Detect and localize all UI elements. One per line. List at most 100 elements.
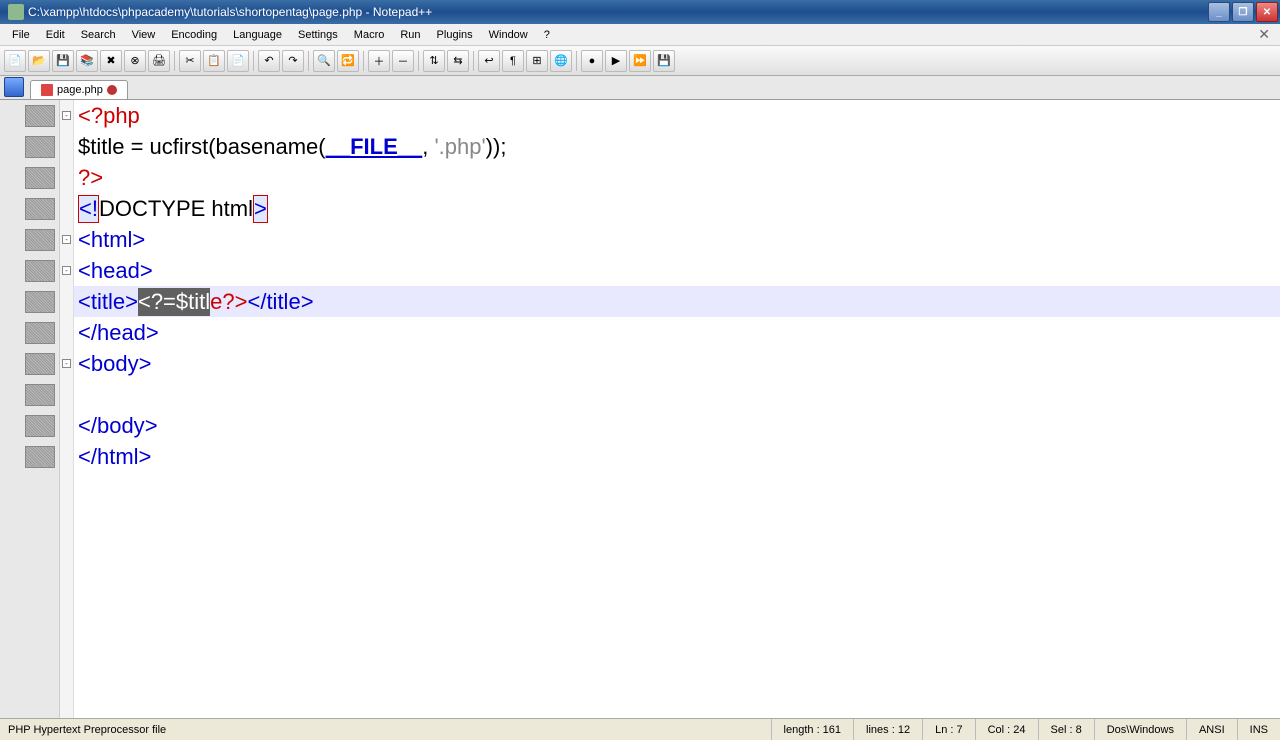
status-lines: lines : 12 <box>853 719 922 740</box>
open-file-icon[interactable]: 📂 <box>28 50 50 72</box>
menu-view[interactable]: View <box>124 27 164 43</box>
fold-toggle[interactable]: - <box>62 111 71 120</box>
paste-icon[interactable]: 📄 <box>227 50 249 72</box>
title-bar: C:\xampp\htdocs\phpacademy\tutorials\sho… <box>0 0 1280 24</box>
tab-dirty-icon <box>107 85 117 95</box>
wordwrap-icon[interactable]: ↩ <box>478 50 500 72</box>
menu-edit[interactable]: Edit <box>38 27 73 43</box>
change-marker <box>25 291 55 313</box>
app-icon <box>8 4 24 20</box>
status-ln: Ln : 7 <box>922 719 975 740</box>
status-sel: Sel : 8 <box>1038 719 1094 740</box>
play-icon[interactable]: ▶ <box>605 50 627 72</box>
toolbar-separator <box>363 51 364 71</box>
status-ins: INS <box>1237 719 1280 740</box>
save-macro-icon[interactable]: 💾 <box>653 50 675 72</box>
code-line-current: <title><?=$title?></title> <box>74 286 1280 317</box>
undo-icon[interactable]: ↶ <box>258 50 280 72</box>
status-filetype: PHP Hypertext Preprocessor file <box>0 724 771 736</box>
toolbar-separator <box>418 51 419 71</box>
php-file-icon <box>41 84 53 96</box>
toolbar: 📄 📂 💾 📚 ✖ ⊗ 🖨 ✂ 📋 📄 ↶ ↷ 🔍 🔁 ＋ － ⇅ ⇆ ↩ ¶ … <box>0 46 1280 76</box>
code-line: </head> <box>74 317 1280 348</box>
change-marker <box>25 353 55 375</box>
replace-icon[interactable]: 🔁 <box>337 50 359 72</box>
menu-search[interactable]: Search <box>73 27 124 43</box>
code-line: <!DOCTYPE html> <box>74 193 1280 224</box>
save-icon[interactable]: 💾 <box>52 50 74 72</box>
code-line: <html> <box>74 224 1280 255</box>
toolbar-separator <box>308 51 309 71</box>
sync-h-icon[interactable]: ⇆ <box>447 50 469 72</box>
change-marker <box>25 105 55 127</box>
code-line: $title = ucfirst(basename(__FILE__, '.ph… <box>74 131 1280 162</box>
show-all-icon[interactable]: ¶ <box>502 50 524 72</box>
close-button[interactable]: ✕ <box>1256 2 1278 22</box>
editor: - - - - <?php $title = ucfirst(basename(… <box>0 100 1280 718</box>
code-line: </html> <box>74 441 1280 472</box>
save-all-icon[interactable]: 📚 <box>76 50 98 72</box>
change-marker <box>25 446 55 468</box>
change-marker <box>25 167 55 189</box>
window-controls: _ ❐ ✕ <box>1208 2 1278 22</box>
menu-plugins[interactable]: Plugins <box>429 27 481 43</box>
code-area[interactable]: <?php $title = ucfirst(basename(__FILE__… <box>74 100 1280 718</box>
code-line: ?> <box>74 162 1280 193</box>
toolbar-separator <box>174 51 175 71</box>
lang-icon[interactable]: 🌐 <box>550 50 572 72</box>
menu-run[interactable]: Run <box>392 27 428 43</box>
menu-encoding[interactable]: Encoding <box>163 27 225 43</box>
close-all-icon[interactable]: ⊗ <box>124 50 146 72</box>
menu-window[interactable]: Window <box>481 27 536 43</box>
find-icon[interactable]: 🔍 <box>313 50 335 72</box>
redo-icon[interactable]: ↷ <box>282 50 304 72</box>
toolbar-separator <box>253 51 254 71</box>
code-line <box>74 379 1280 410</box>
window-title-wrap: C:\xampp\htdocs\phpacademy\tutorials\sho… <box>2 4 432 20</box>
change-marker <box>25 198 55 220</box>
toolbar-separator <box>473 51 474 71</box>
play-multi-icon[interactable]: ⏩ <box>629 50 651 72</box>
menu-language[interactable]: Language <box>225 27 290 43</box>
code-line: <body> <box>74 348 1280 379</box>
tab-label: page.php <box>57 84 103 96</box>
change-marker <box>25 136 55 158</box>
menu-macro[interactable]: Macro <box>346 27 393 43</box>
copy-icon[interactable]: 📋 <box>203 50 225 72</box>
status-encoding: ANSI <box>1186 719 1237 740</box>
file-tab-active[interactable]: page.php <box>30 80 128 99</box>
change-marker <box>25 322 55 344</box>
record-icon[interactable]: ● <box>581 50 603 72</box>
maximize-button[interactable]: ❐ <box>1232 2 1254 22</box>
status-col: Col : 24 <box>975 719 1038 740</box>
new-file-icon[interactable]: 📄 <box>4 50 26 72</box>
change-marker <box>25 384 55 406</box>
fold-toggle[interactable]: - <box>62 266 71 275</box>
fold-toggle[interactable]: - <box>62 235 71 244</box>
zoom-out-icon[interactable]: － <box>392 50 414 72</box>
change-marker <box>25 260 55 282</box>
menu-settings[interactable]: Settings <box>290 27 346 43</box>
fold-gutter: - - - - <box>60 100 74 718</box>
zoom-in-icon[interactable]: ＋ <box>368 50 390 72</box>
tab-nav-button[interactable] <box>4 77 24 97</box>
print-icon[interactable]: 🖨 <box>148 50 170 72</box>
code-line: <?php <box>74 100 1280 131</box>
window-title: C:\xampp\htdocs\phpacademy\tutorials\sho… <box>28 5 432 19</box>
close-file-icon[interactable]: ✖ <box>100 50 122 72</box>
cut-icon[interactable]: ✂ <box>179 50 201 72</box>
text-selection: <?=$titl <box>138 288 210 316</box>
indent-guide-icon[interactable]: ⊞ <box>526 50 548 72</box>
minimize-button[interactable]: _ <box>1208 2 1230 22</box>
sync-v-icon[interactable]: ⇅ <box>423 50 445 72</box>
doc-close-button[interactable]: ✕ <box>1252 26 1276 43</box>
code-line: <head> <box>74 255 1280 286</box>
change-marker <box>25 415 55 437</box>
menu-help[interactable]: ? <box>536 27 558 43</box>
menu-file[interactable]: File <box>4 27 38 43</box>
change-gutter <box>0 100 60 718</box>
fold-toggle[interactable]: - <box>62 359 71 368</box>
toolbar-separator <box>576 51 577 71</box>
change-marker <box>25 229 55 251</box>
tab-bar: page.php <box>0 76 1280 100</box>
